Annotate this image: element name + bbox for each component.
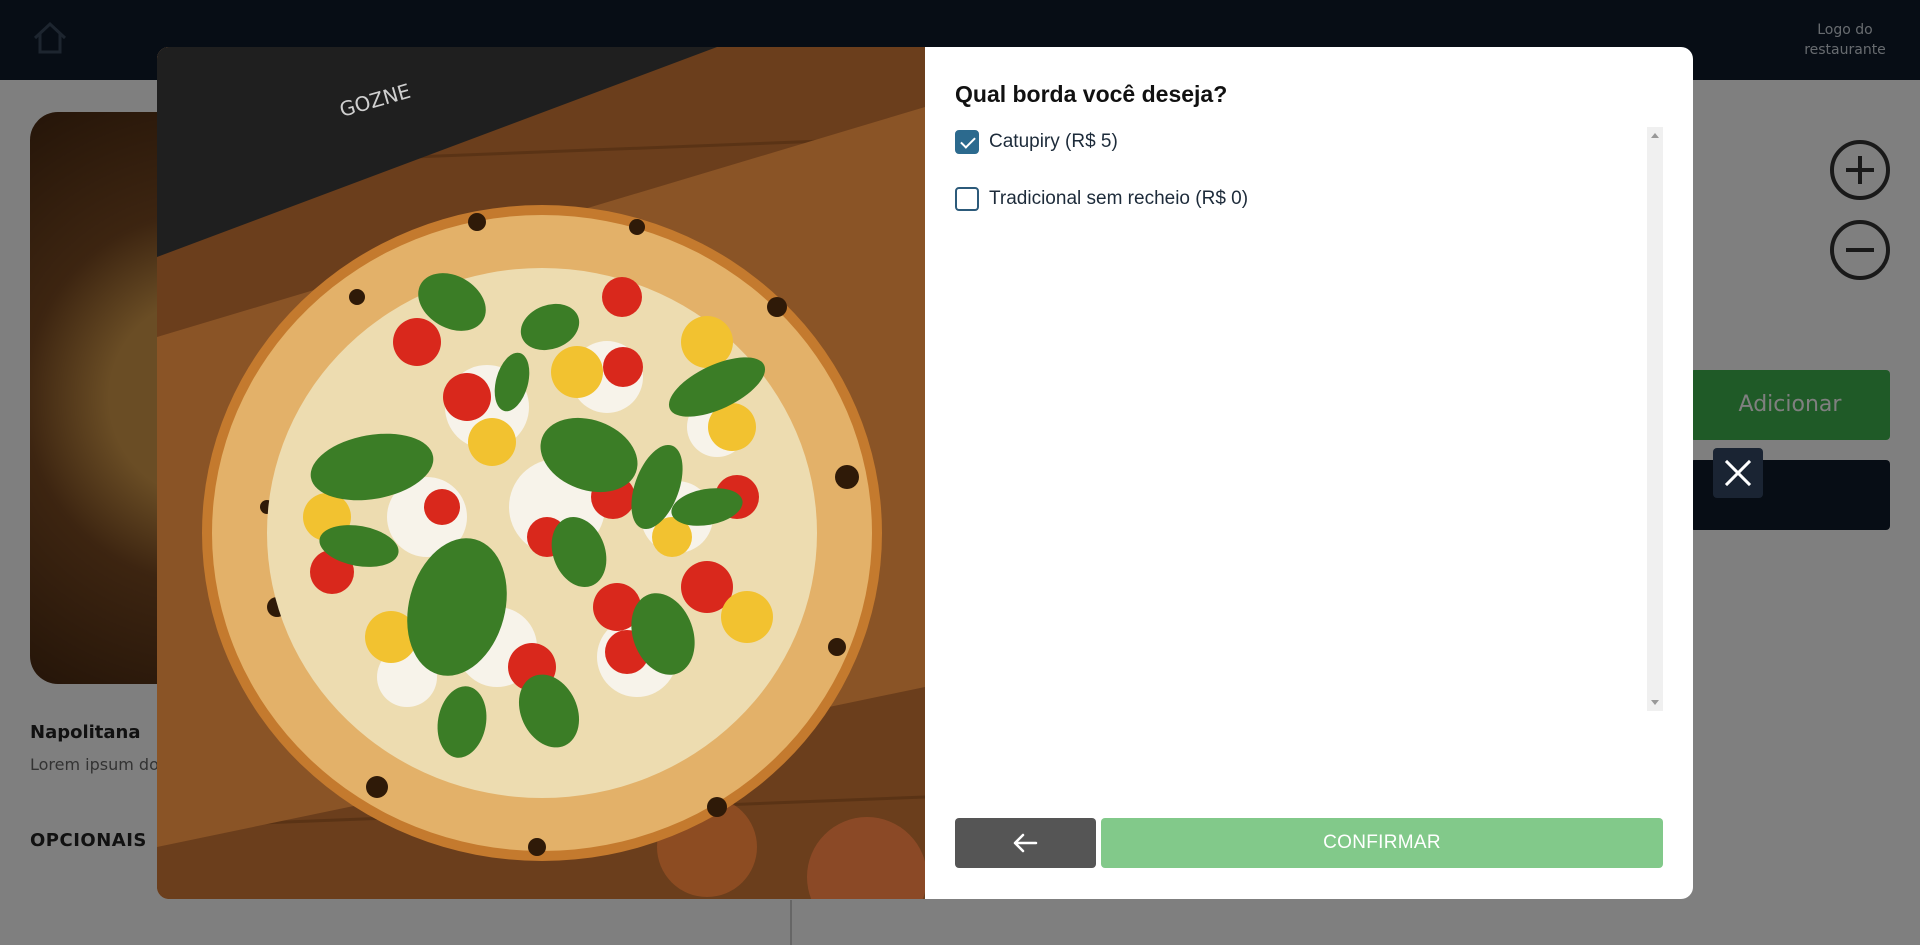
scrollbar[interactable] <box>1647 127 1663 711</box>
option-catupiry[interactable]: Catupiry (R$ 5) <box>955 127 1118 157</box>
question-title: Qual borda você deseja? <box>955 81 1228 107</box>
checkbox-checked[interactable] <box>955 130 979 154</box>
option-label: Tradicional sem recheio (R$ 0) <box>989 188 1249 209</box>
scroll-up-arrow-icon[interactable] <box>1651 133 1659 138</box>
confirm-button[interactable]: CONFIRMAR <box>1101 818 1663 868</box>
modal-content: Qual borda você deseja? Catupiry (R$ 5) … <box>925 47 1693 899</box>
option-tradicional[interactable]: Tradicional sem recheio (R$ 0) <box>955 184 1248 214</box>
options-list: Catupiry (R$ 5) Tradicional sem recheio … <box>955 127 1663 711</box>
checkbox-unchecked[interactable] <box>955 187 979 211</box>
arrow-left-icon <box>1013 833 1038 853</box>
close-icon[interactable] <box>1713 448 1763 498</box>
option-label: Catupiry (R$ 5) <box>989 131 1118 152</box>
scroll-down-arrow-icon[interactable] <box>1651 700 1659 705</box>
pizza-image: GOZNE <box>157 47 925 899</box>
borda-modal: GOZNE Qual borda você deseja? Catupiry (… <box>157 47 1693 899</box>
back-button[interactable] <box>955 818 1096 868</box>
